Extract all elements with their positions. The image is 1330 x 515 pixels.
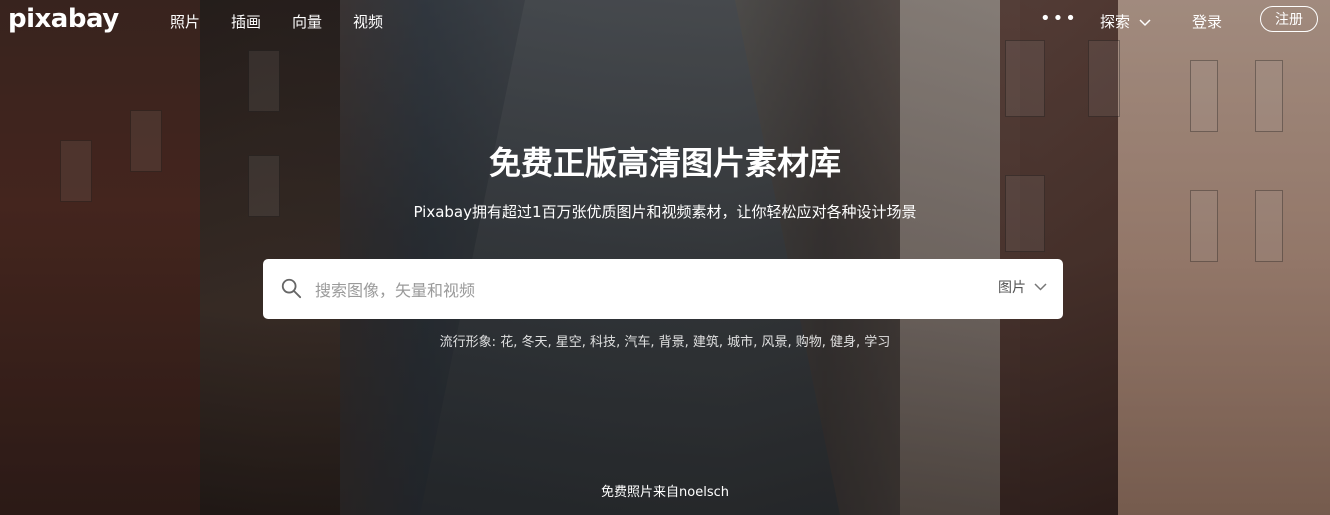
- trending-label: 流行形象:: [439, 335, 497, 350]
- search-icon[interactable]: [280, 277, 302, 299]
- hero-overlay: [0, 0, 1330, 515]
- main-nav: 照片 插画 向量 视频: [170, 11, 414, 32]
- trending-item[interactable]: 健身: [830, 335, 856, 350]
- credit-author-link[interactable]: noelsch: [679, 485, 729, 500]
- trending-item[interactable]: 购物: [796, 335, 822, 350]
- signup-label: 注册: [1275, 12, 1303, 28]
- trending-searches: 流行形象: 花, 冬天, 星空, 科技, 汽车, 背景, 建筑, 城市, 风景,…: [439, 335, 891, 350]
- pixabay-logo[interactable]: pixabay: [8, 4, 119, 34]
- top-nav: pixabay 照片 插画 向量 视频 ••• 探索 登录 注册: [0, 0, 1330, 40]
- page-headline: 免费正版高清图片素材库: [488, 144, 841, 182]
- trending-item[interactable]: 花: [500, 335, 513, 350]
- trending-item[interactable]: 背景: [659, 335, 685, 350]
- more-menu-button[interactable]: •••: [1040, 8, 1078, 29]
- nav-illustrations[interactable]: 插画: [231, 11, 261, 32]
- nav-photos[interactable]: 照片: [170, 11, 200, 32]
- search-bar: 图片: [263, 259, 1063, 319]
- photo-credit: 免费照片来自noelsch: [0, 481, 1330, 500]
- explore-label: 探索: [1100, 13, 1131, 31]
- trending-item[interactable]: 建筑: [693, 335, 719, 350]
- search-input[interactable]: [313, 275, 957, 305]
- credit-prefix: 免费照片来自: [601, 485, 680, 500]
- chevron-down-icon: [1034, 283, 1047, 291]
- page-subheadline: Pixabay拥有超过1百万张优质图片和视频素材，让你轻松应对各种设计场景: [413, 203, 917, 221]
- trending-item[interactable]: 冬天: [521, 335, 547, 350]
- trending-item[interactable]: 星空: [556, 335, 582, 350]
- signup-button[interactable]: 注册: [1260, 6, 1318, 32]
- media-type-label: 图片: [998, 280, 1026, 296]
- trending-item[interactable]: 汽车: [624, 335, 650, 350]
- trending-item[interactable]: 学习: [864, 335, 890, 350]
- hero-background: [0, 0, 1330, 515]
- media-type-select[interactable]: 图片: [998, 277, 1047, 297]
- nav-vectors[interactable]: 向量: [292, 11, 322, 32]
- explore-menu[interactable]: 探索: [1100, 11, 1151, 32]
- trending-item[interactable]: 城市: [727, 335, 753, 350]
- trending-item[interactable]: 科技: [590, 335, 616, 350]
- chevron-down-icon: [1139, 18, 1151, 26]
- login-link[interactable]: 登录: [1192, 11, 1222, 32]
- trending-item[interactable]: 风景: [761, 335, 787, 350]
- nav-videos[interactable]: 视频: [353, 11, 383, 32]
